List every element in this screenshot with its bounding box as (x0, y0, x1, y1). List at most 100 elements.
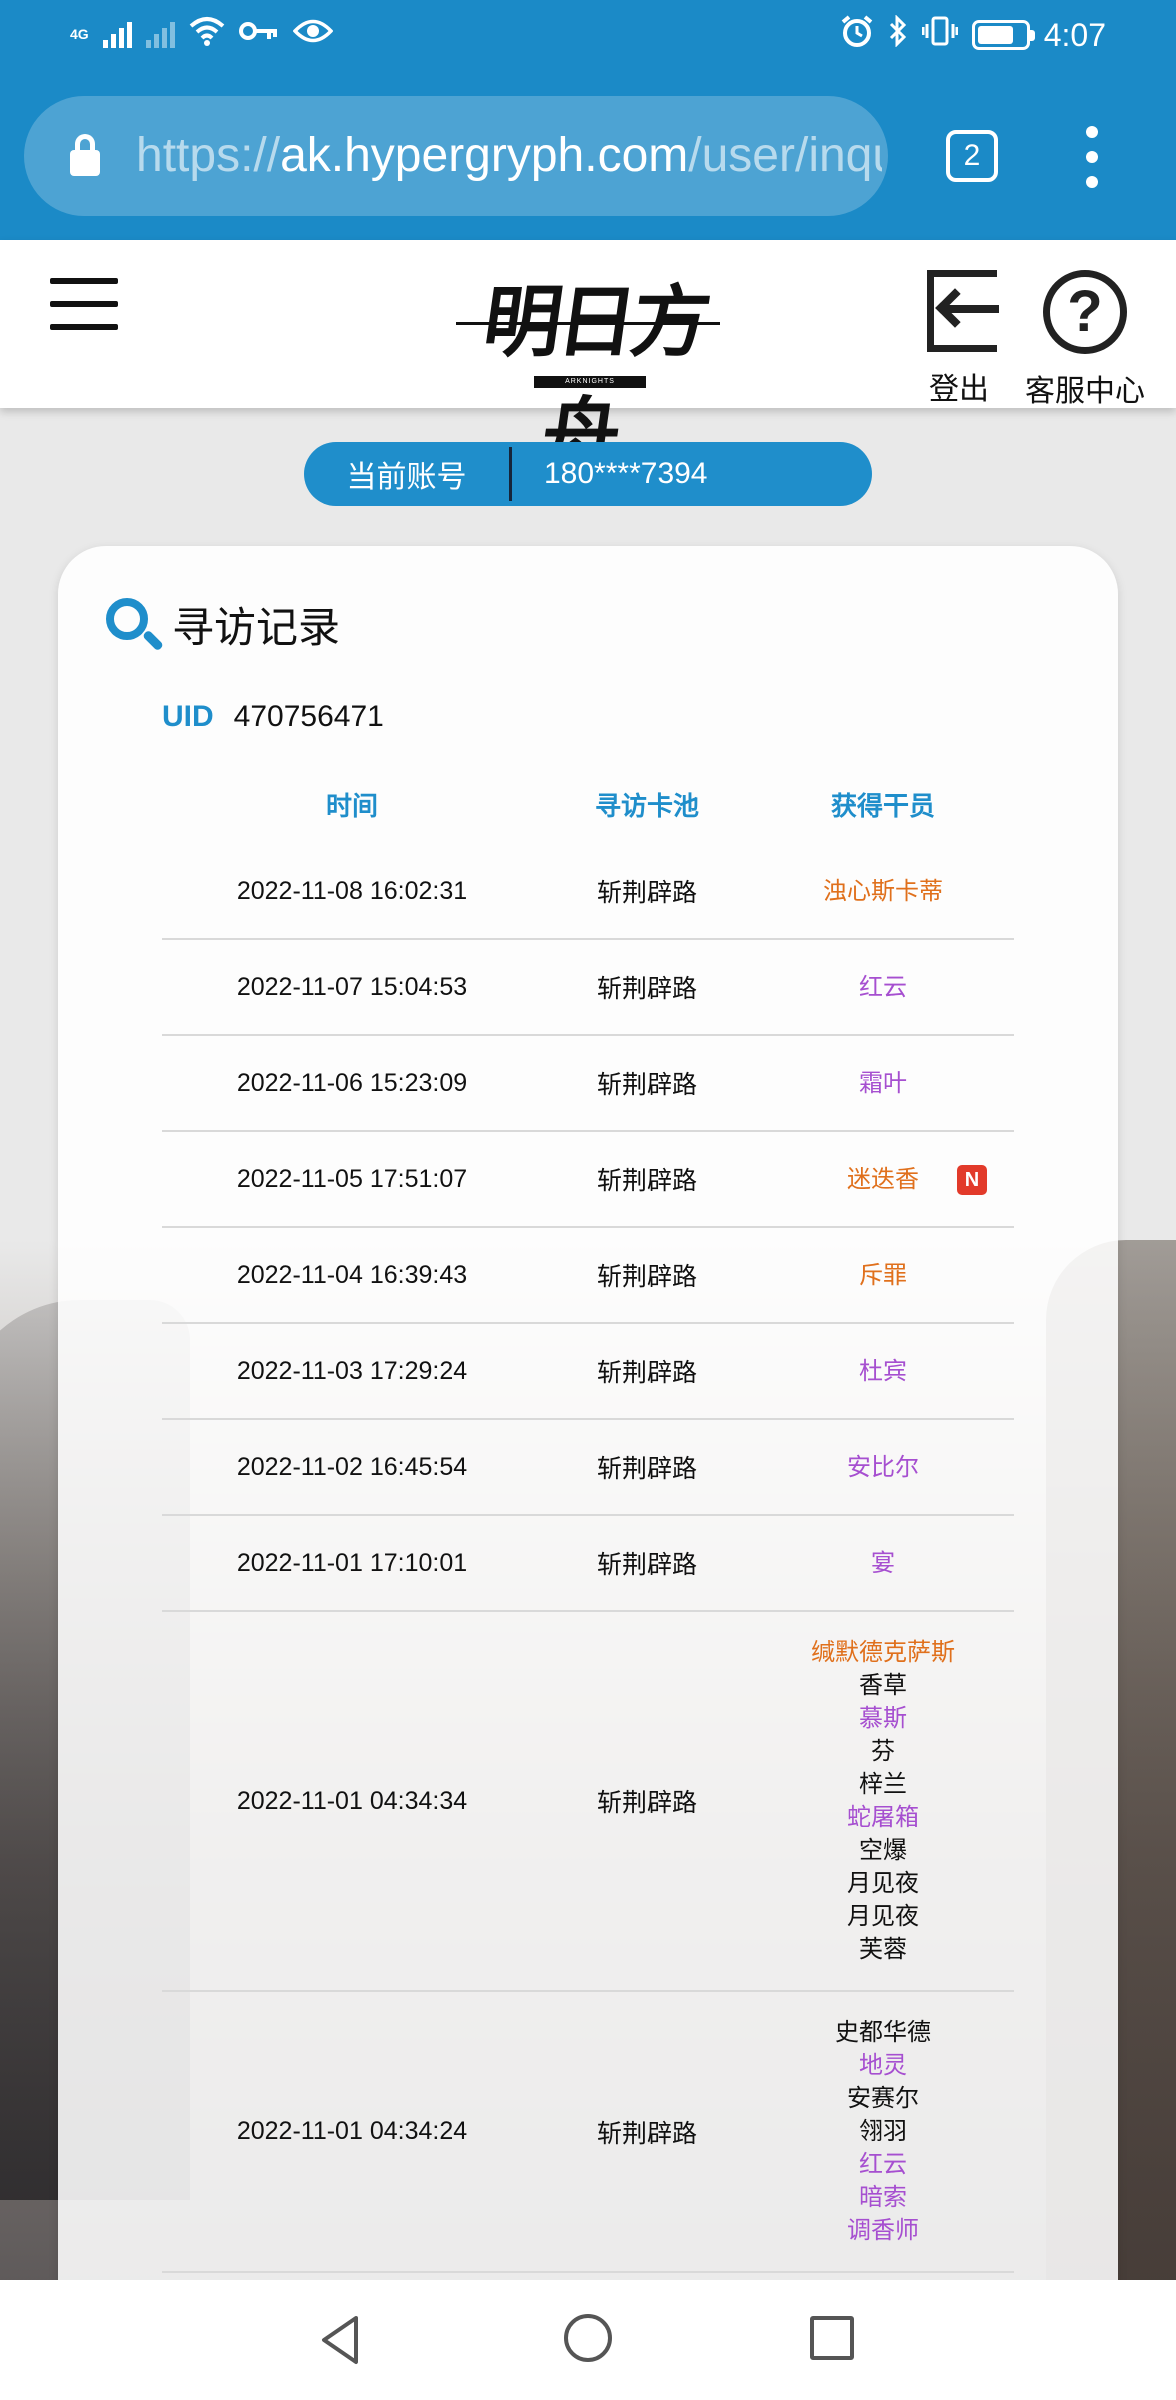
operator-name: 月见夜 (847, 1867, 919, 1900)
signal-2-icon (145, 20, 175, 48)
card-title: 寻访记录 (104, 594, 340, 655)
table-row: 2022-11-06 15:23:09 斩荆辟路 霜叶 (162, 1036, 1014, 1132)
gacha-history-table: 时间 寻访卡池 获得干员 2022-11-08 16:02:31 斩荆辟路 浊心斯卡… (162, 764, 1014, 2273)
operator-name: 安比尔 (847, 1451, 919, 1484)
status-right: 4:07 (840, 14, 1106, 56)
back-icon[interactable] (318, 2314, 362, 2366)
cell-pool: 斩荆辟路 (596, 879, 697, 907)
operator-name-text: 缄默德克萨斯 (811, 1639, 955, 1666)
operator-name-text: 月见夜 (847, 1903, 919, 1930)
hamburger-menu-icon[interactable] (50, 278, 118, 330)
operator-name: 月见夜 (847, 1900, 919, 1933)
uid-label: UID (162, 700, 214, 733)
operator-name: 梓兰 (859, 1768, 907, 1801)
operator-name-text: 香草 (859, 1672, 907, 1699)
cell-operators: 斥罪 (752, 1259, 1014, 1292)
operator-name-text: 红云 (859, 973, 907, 1001)
operator-name: 缄默德克萨斯 (811, 1636, 955, 1669)
operator-name-text: 安比尔 (847, 1453, 919, 1481)
operator-name: 慕斯 (859, 1702, 907, 1735)
url-text[interactable]: https://ak.hypergryph.com/user/inquiry (136, 128, 882, 183)
operator-name-text: 红云 (859, 2151, 907, 2178)
cell-time: 2022-11-06 15:23:09 (236, 1068, 468, 1097)
operator-name-text: 梓兰 (859, 1771, 907, 1798)
cell-operators: 迷迭香 N (752, 1163, 1014, 1196)
operator-name-text: 地灵 (859, 2052, 907, 2079)
customer-service-button[interactable]: ? 客服中心 (1020, 270, 1150, 410)
operator-name-text: 月见夜 (847, 1870, 919, 1897)
operator-name: 红云 (859, 2148, 907, 2181)
cell-time: 2022-11-07 15:04:53 (236, 972, 468, 1001)
cell-pool: 斩荆辟路 (596, 2119, 697, 2148)
table-row: 2022-11-07 15:04:53 斩荆辟路 红云 (162, 940, 1014, 1036)
operator-name-text: 斥罪 (859, 1261, 907, 1289)
cell-operators: 宴 (752, 1547, 1014, 1580)
table-row: 2022-11-04 16:39:43 斩荆辟路 斥罪 (162, 1228, 1014, 1324)
operator-name-text: 史都华德 (835, 2019, 931, 2046)
card-title-text: 寻访记录 (172, 604, 341, 651)
operator-name: 杜宾 (859, 1355, 907, 1388)
cell-time: 2022-11-01 04:34:34 (236, 1786, 468, 1815)
uid-value: 470756471 (233, 700, 384, 733)
url-path: /user/inquiry (688, 129, 882, 182)
eye-icon (292, 18, 334, 50)
cell-time: 2022-11-03 17:29:24 (236, 1356, 468, 1385)
url-bar[interactable]: https://ak.hypergryph.com/user/inquiry (24, 96, 888, 216)
help-icon: ? (1043, 270, 1127, 354)
operator-name-text: 蛇屠箱 (847, 1804, 919, 1831)
operator-name-text: 安赛尔 (847, 2085, 919, 2112)
header-pool: 寻访卡池 (594, 790, 699, 821)
table-row: 2022-11-02 16:45:54 斩荆辟路 安比尔 (162, 1420, 1014, 1516)
operator-name: 红云 (859, 971, 907, 1004)
cell-pool: 斩荆辟路 (596, 975, 697, 1003)
arknights-logo[interactable]: 明日方舟 ARKNIGHTS (452, 254, 724, 480)
operator-name: 空爆 (859, 1834, 907, 1867)
url-scheme: https:// (136, 129, 281, 182)
operator-name: 地灵 (859, 2049, 907, 2082)
battery-icon (971, 20, 1035, 50)
logout-button[interactable]: 登出 (918, 270, 1000, 408)
cell-pool: 斩荆辟路 (596, 1167, 697, 1195)
cell-operators: 红云 (752, 971, 1014, 1004)
table-row: 2022-11-01 17:10:01 斩荆辟路 宴 (162, 1516, 1014, 1612)
browser-chrome: 4G 4:07 https://ak.hypergryph.com/user/i… (0, 0, 1176, 240)
table-body: 2022-11-08 16:02:31 斩荆辟路 浊心斯卡蒂 2022-11-07 1… (162, 844, 1014, 2273)
table-row: 2022-11-01 04:34:34 斩荆辟路 缄默德克萨斯 香草 慕斯芬梓兰 蛇屠箱空… (162, 1612, 1014, 1992)
wifi-icon (189, 16, 225, 52)
navigation-bar (0, 2280, 1176, 2400)
lock-icon (70, 134, 100, 176)
logout-label: 登出 (929, 373, 989, 406)
cell-pool: 斩荆辟路 (596, 1455, 697, 1483)
customer-service-label: 客服中心 (1025, 375, 1145, 408)
site-header: 明日方舟 ARKNIGHTS 登出 ? 客服中心 (0, 240, 1176, 480)
operator-name: 调香师 (847, 2214, 919, 2247)
cell-time: 2022-11-02 16:45:54 (236, 1452, 468, 1481)
table-header: 时间 寻访卡池 获得干员 (162, 764, 1014, 844)
logo-underline (456, 322, 720, 325)
cell-pool: 斩荆辟路 (596, 1263, 697, 1291)
cell-pool: 斩荆辟路 (596, 1071, 697, 1099)
cell-operators: 杜宾 (752, 1355, 1014, 1388)
inquiry-card: 寻访记录 UID 470756471 时间 寻访卡池 获得干员 2022-11-… (58, 546, 1118, 2400)
status-left: 4G (70, 16, 334, 52)
cell-operators: 史都华德 地灵 安赛尔 翎羽 红云 暗索 调香师 (752, 2016, 1014, 2247)
tab-switcher-button[interactable]: 2 (946, 130, 998, 182)
cell-time: 2022-11-08 16:02:31 (236, 876, 468, 905)
home-icon[interactable] (564, 2314, 612, 2362)
logout-icon (919, 270, 999, 352)
cell-pool: 斩荆辟路 (596, 1551, 697, 1579)
recent-apps-icon[interactable] (810, 2316, 854, 2360)
cell-time: 2022-11-04 16:39:43 (236, 1260, 468, 1289)
table-row: 2022-11-03 17:29:24 斩荆辟路 杜宾 (162, 1324, 1014, 1420)
status-bar: 4G 4:07 (0, 0, 1176, 72)
operator-name-text: 芙蓉 (859, 1936, 907, 1963)
search-icon (104, 596, 164, 654)
network-label: 4G (70, 26, 89, 42)
cell-operators: 缄默德克萨斯 香草 慕斯芬梓兰 蛇屠箱 空爆 月见夜 月见夜 芙蓉 (752, 1636, 1014, 1966)
uid-line: UID 470756471 (162, 700, 384, 734)
browser-menu-icon[interactable] (1080, 126, 1104, 188)
operator-name: 暗索 (859, 2181, 907, 2214)
header-operator: 获得干员 (830, 790, 935, 821)
account-value: 180****7394 (544, 457, 708, 490)
operator-name: 安赛尔 (847, 2082, 919, 2115)
